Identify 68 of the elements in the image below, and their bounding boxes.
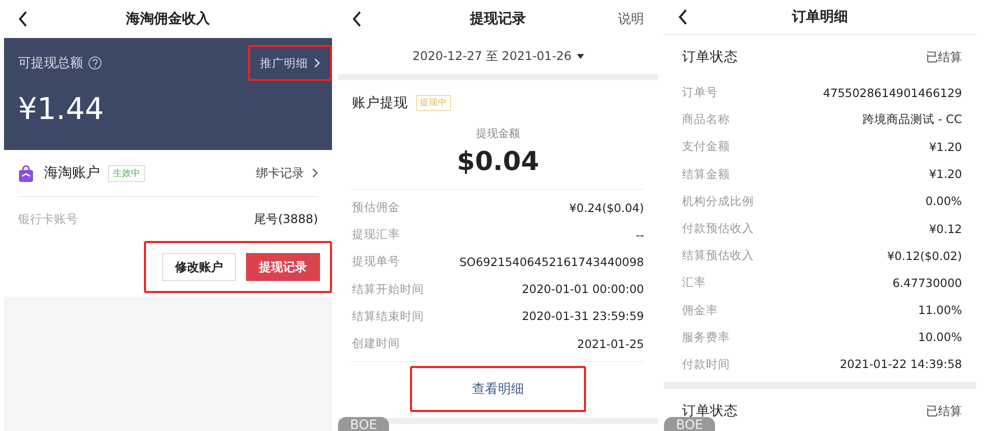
- field-value: --: [636, 228, 644, 242]
- field-label: 机构分成比例: [682, 194, 754, 209]
- field-label: 商品名称: [682, 112, 730, 128]
- account-name: 海淘账户: [44, 164, 100, 182]
- field-label: 付款预估收入: [682, 221, 754, 236]
- chevron-right-icon: [312, 168, 318, 178]
- field-value: 2021-01-25: [577, 336, 644, 351]
- environment-tag: BOE: [338, 417, 390, 431]
- field-value: SO69215406452161743440098: [459, 254, 644, 269]
- field-label: 汇率: [682, 275, 706, 290]
- field-value: 11.00%: [918, 303, 962, 318]
- field-value: 跨境商品测试 - CC: [862, 112, 962, 128]
- dropdown-caret-icon: [576, 54, 584, 58]
- field-value: 2021-01-22 14:39:58: [840, 357, 962, 372]
- screen-title: 订单明细: [792, 9, 848, 25]
- field-label: 预估佣金: [352, 200, 400, 216]
- view-details-link[interactable]: 查看明细: [410, 366, 586, 412]
- balance-amount: ¥1.44: [18, 92, 105, 127]
- field-label: 服务费率: [682, 330, 730, 345]
- field-value: 0.00%: [925, 194, 962, 208]
- field-label: 结算金额: [682, 166, 730, 182]
- field-label: 银行卡账号: [18, 210, 78, 228]
- withdrawal-amount: $0.04: [456, 147, 540, 177]
- status-badge: 提现中: [416, 95, 451, 111]
- field-label: 付款时间: [682, 356, 730, 372]
- field-value: ¥1.20: [929, 140, 962, 154]
- amount-label: 提现金额: [475, 126, 521, 141]
- field-label: 支付金额: [682, 139, 730, 154]
- field-label: 订单号: [682, 85, 718, 100]
- field-label: 提现汇率: [352, 227, 400, 242]
- back-icon[interactable]: [352, 11, 362, 27]
- help-link[interactable]: 说明: [618, 10, 644, 28]
- field-label: 佣金率: [682, 302, 718, 318]
- field-value: ¥0.24($0.04): [569, 200, 644, 215]
- promotion-details-link[interactable]: 推广明细: [248, 45, 332, 81]
- balance-label: 可提现总额: [18, 55, 83, 72]
- field-value: 尾号(3888): [254, 210, 318, 228]
- field-label: 结算开始时间: [352, 282, 424, 297]
- chevron-right-icon: [314, 58, 320, 68]
- screen-title: 提现记录: [470, 11, 526, 27]
- field-label: 结算预估收入: [682, 248, 754, 264]
- section-title: 账户提现: [352, 94, 408, 112]
- shopping-bag-icon: [18, 164, 34, 182]
- screen-title: 海淘佣金收入: [126, 11, 210, 27]
- order-status: 已结算: [926, 48, 962, 66]
- field-value: 6.47730000: [892, 276, 962, 290]
- field-label: 结算结束时间: [352, 308, 424, 324]
- field-label: 创建时间: [352, 336, 400, 352]
- date-range-selector[interactable]: 2020-12-27 至 2021-01-26: [412, 48, 572, 64]
- field-value: ¥0.12($0.02): [887, 248, 962, 263]
- field-value: 10.00%: [918, 330, 962, 344]
- environment-tag: BOE: [664, 417, 716, 431]
- help-icon[interactable]: [88, 56, 102, 70]
- edit-account-button[interactable]: 修改账户: [162, 253, 236, 281]
- field-value: ¥0.12: [929, 222, 962, 236]
- field-label: 订单状态: [682, 48, 738, 66]
- field-value: 2020-01-01 00:00:00: [522, 282, 644, 296]
- status-badge: 生效中: [108, 164, 145, 182]
- field-label: 订单状态: [682, 402, 738, 420]
- field-value: ¥1.20: [929, 167, 962, 182]
- back-icon[interactable]: [18, 11, 28, 27]
- back-icon[interactable]: [678, 9, 688, 25]
- field-label: 提现单号: [352, 254, 400, 270]
- withdraw-records-button[interactable]: 提现记录: [246, 253, 320, 281]
- card-records-link[interactable]: 绑卡记录: [256, 164, 318, 182]
- order-status: 已结算: [926, 402, 962, 420]
- field-value: 2020-01-31 23:59:59: [522, 309, 644, 324]
- field-value: 4755028614901466129: [822, 86, 962, 100]
